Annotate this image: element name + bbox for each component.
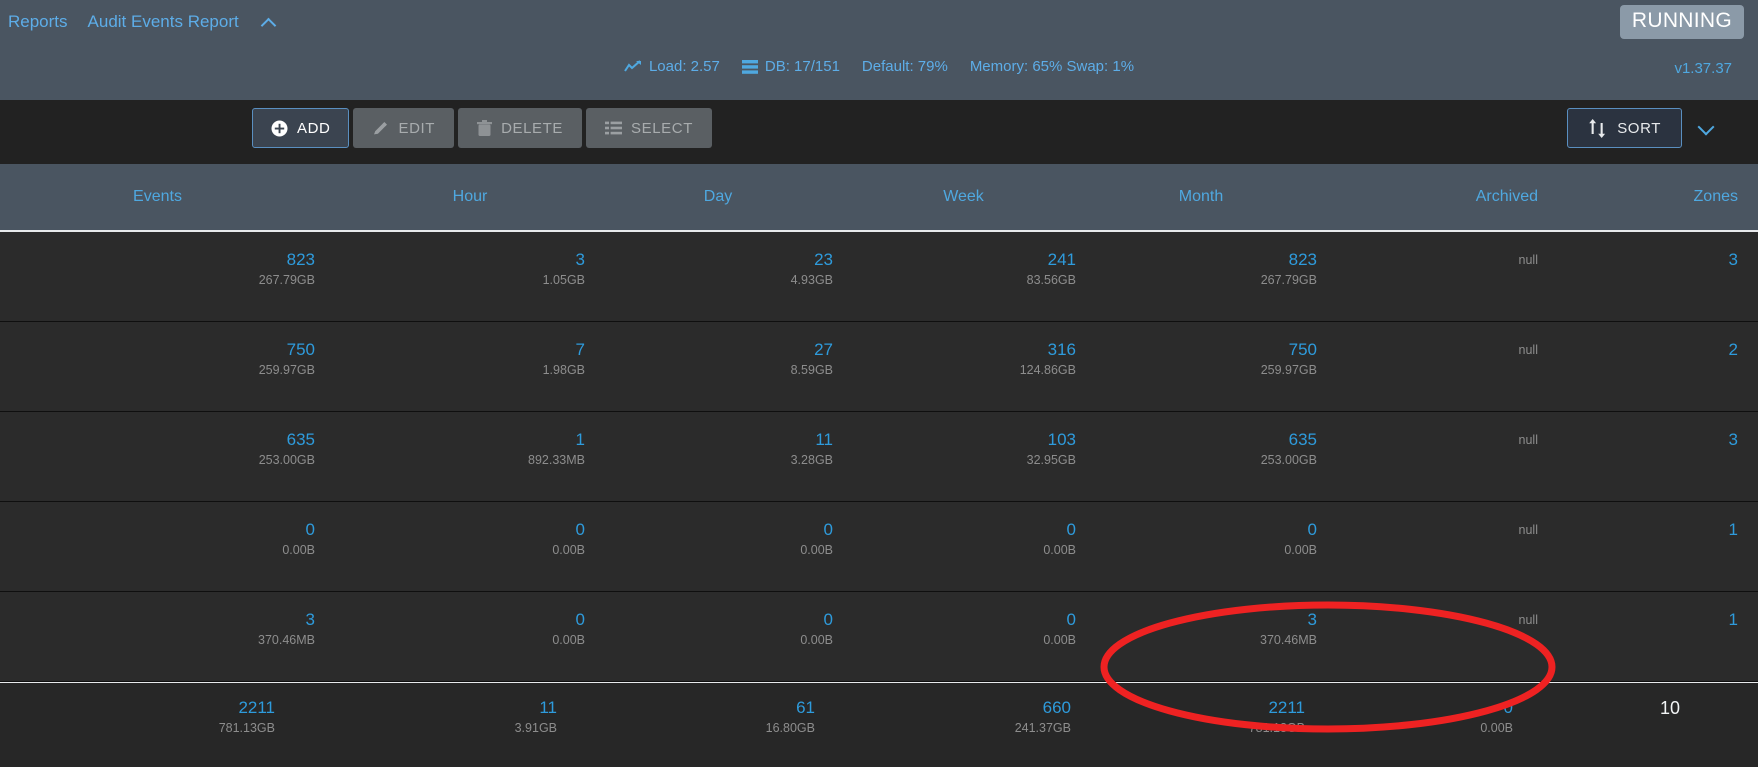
edit-button-label: EDIT [398,119,436,137]
sort-arrows-icon [1588,118,1608,138]
cell-day: 27 8.59GB [790,340,833,377]
column-header-day[interactable]: Day [603,188,851,206]
cell-month: 750 259.97GB [1260,340,1317,377]
total-cell-archived: 0 0.00B [1480,698,1513,735]
cell-zones: 1 [1728,520,1738,539]
metric-default-label: Default: 79% [861,58,948,75]
column-header-month[interactable]: Month [1085,188,1333,206]
total-cell-month: 2211 781.13GB [1248,698,1305,735]
table-row[interactable]: 3 370.46MB 0 0.00B 0 0.00B 0 0.00B 3 370… [0,592,1758,682]
cell-day: 0 0.00B [800,520,833,557]
metric-load-label: Load: 2.57 [648,58,720,75]
cell-hour: 3 1.05GB [542,250,585,287]
system-metrics: Load: 2.57 DB: 17/151 Default: 79% Memor… [0,58,1758,75]
cell-events: 3 370.46MB [258,610,315,647]
metric-db[interactable]: DB: 17/151 [741,58,840,75]
cell-hour: 1 892.33MB [528,430,585,467]
cell-events: 750 259.97GB [258,340,315,377]
cell-events: 635 253.00GB [258,430,315,467]
metric-load[interactable]: Load: 2.57 [624,58,720,75]
breadcrumb-item-reports[interactable]: Reports [8,10,68,34]
cell-week: 0 0.00B [1043,610,1076,647]
column-header-archived[interactable]: Archived [1333,188,1593,206]
cell-month: 0 0.00B [1284,520,1317,557]
table-row[interactable]: 750 259.97GB 7 1.98GB 27 8.59GB 316 124.… [0,322,1758,412]
sort-button-label: SORT [1617,119,1661,137]
column-header-hour[interactable]: Hour [355,188,603,206]
database-icon [741,59,758,74]
cell-events: 0 0.00B [282,520,315,557]
sort-button[interactable]: SORT [1567,108,1682,148]
cell-events: 823 267.79GB [258,250,315,287]
cell-archived: null [1518,253,1538,267]
cell-month: 823 267.79GB [1260,250,1317,287]
cell-month: 3 370.46MB [1260,610,1317,647]
breadcrumb-item-audit-events-report[interactable]: Audit Events Report [88,10,239,34]
table-total-row[interactable]: 2211 781.13GB 11 3.91GB 61 16.80GB 660 2… [0,682,1758,767]
sort-controls: SORT [1567,108,1716,148]
metric-memory[interactable]: Memory: 65% Swap: 1% [970,58,1134,75]
cell-month: 635 253.00GB [1260,430,1317,467]
trending-up-icon [624,60,642,73]
select-button-label: SELECT [631,119,693,137]
audit-events-table: Events Hour Day Week Month Archived Zone… [0,164,1758,767]
metric-default[interactable]: Default: 79% [862,58,948,75]
cell-day: 0 0.00B [800,610,833,647]
cell-week: 316 124.86GB [1019,340,1076,377]
cell-archived: null [1518,613,1538,627]
action-button-group: ADD EDIT DELETE SELECT [252,108,712,148]
list-icon [605,121,623,135]
cell-zones: 1 [1728,610,1738,629]
trash-icon [477,119,493,137]
version-label: v1.37.37 [1674,60,1732,77]
cell-archived: null [1518,523,1538,537]
cell-zones: 2 [1728,340,1738,359]
cell-hour: 0 0.00B [552,520,585,557]
cell-zones: 3 [1728,250,1738,269]
cell-hour: 0 0.00B [552,610,585,647]
app-root: Reports Audit Events Report RUNNING Load… [0,0,1758,767]
table-row[interactable]: 823 267.79GB 3 1.05GB 23 4.93GB 241 83.5… [0,232,1758,322]
total-cell-events: 2211 781.13GB [218,698,275,735]
breadcrumb: Reports Audit Events Report [8,10,277,34]
metric-db-label: DB: 17/151 [764,58,840,75]
table-header-row: Events Hour Day Week Month Archived Zone… [0,164,1758,232]
cell-day: 23 4.93GB [790,250,833,287]
edit-button[interactable]: EDIT [353,108,455,148]
delete-button[interactable]: DELETE [458,108,583,148]
cell-day: 11 3.28GB [790,430,833,467]
table-row[interactable]: 635 253.00GB 1 892.33MB 11 3.28GB 103 32… [0,412,1758,502]
cell-week: 103 32.95GB [1026,430,1076,467]
cell-archived: null [1518,433,1538,447]
plus-circle-icon [271,120,288,137]
app-header: Reports Audit Events Report RUNNING Load… [0,0,1758,100]
delete-button-label: DELETE [501,119,564,137]
cell-hour: 7 1.98GB [542,340,585,377]
status-badge: RUNNING [1619,5,1744,39]
add-button-label: ADD [297,119,331,137]
column-header-zones[interactable]: Zones [1593,188,1758,206]
total-cell-day: 61 16.80GB [765,698,815,735]
add-button[interactable]: ADD [252,108,350,148]
select-button[interactable]: SELECT [586,108,712,148]
chevron-down-icon[interactable] [1698,119,1716,137]
chevron-up-icon[interactable] [261,14,277,30]
column-header-events[interactable]: Events [0,188,355,206]
cell-week: 0 0.00B [1043,520,1076,557]
total-cell-week: 660 241.37GB [1014,698,1071,735]
cell-week: 241 83.56GB [1026,250,1076,287]
metric-memory-label: Memory: 65% Swap: 1% [969,58,1135,75]
action-toolbar: ADD EDIT DELETE SELECT SORT [0,100,1758,164]
cell-archived: null [1518,343,1538,357]
pencil-icon [372,120,389,137]
column-header-week[interactable]: Week [851,188,1085,206]
table-row[interactable]: 0 0.00B 0 0.00B 0 0.00B 0 0.00B 0 0.00B … [0,502,1758,592]
total-cell-hour: 11 3.91GB [514,698,557,735]
cell-zones: 3 [1728,430,1738,449]
total-cell-zones: 10 [1659,698,1680,718]
